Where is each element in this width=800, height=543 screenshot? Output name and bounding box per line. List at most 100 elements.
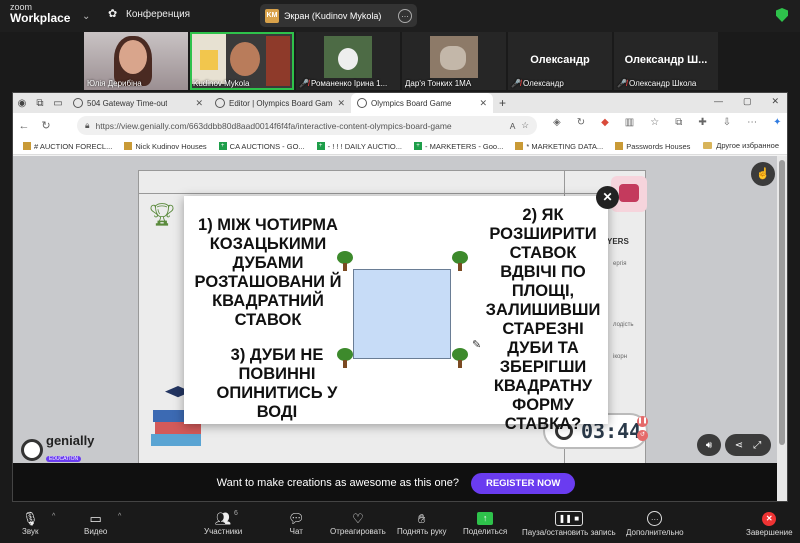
tab-editor[interactable]: Editor | Olympics Board Game ✕ [209,93,351,113]
hand-pointer-icon[interactable]: ☝ [751,162,775,186]
video-label: Видео [84,527,108,536]
video-button[interactable]: ▭ Видео ^ [84,511,121,536]
share-icon[interactable]: ⋖ [734,434,744,456]
extensions-puzzle-icon[interactable]: ✚ [698,117,706,128]
folder-icon [703,142,713,149]
participant-tile[interactable]: Олександр 🎤̸ Олександр [508,32,612,90]
tab-close-icon[interactable]: ✕ [337,98,345,109]
settings-more-icon[interactable]: ⋯ [747,117,757,128]
downloads-icon[interactable]: ⇩ [723,117,731,128]
extension-refresh-icon[interactable]: ↻ [577,117,585,128]
other-bookmarks[interactable]: Другое избранное [703,141,779,150]
poster-image [192,34,226,84]
participants-button[interactable]: 👥︎ Участники 6 [204,510,243,536]
extension-shield-icon[interactable]: ◈ [553,117,561,128]
favorites-icon[interactable]: ☆ [650,117,659,128]
minimize-button[interactable]: — [714,96,723,107]
workspaces-icon[interactable]: ⧉ [31,93,49,113]
tab-label: Editor | Olympics Board Game [229,98,334,108]
profile-icon[interactable]: ◉ [13,93,31,113]
react-button[interactable]: ♡ Отреагировать [330,511,386,536]
participant-strip: Юлія Дерибіна Kudinov Mykola 🎤̸ Романенко… [84,32,720,90]
bookmark-item[interactable]: * MARKETING DATA... [515,142,603,151]
tab-gateway-timeout[interactable]: 504 Gateway Time-out ✕ [67,93,209,113]
participant-tile[interactable]: Олександр Ш... 🎤̸ Олександр Школа [614,32,718,90]
copilot-icon[interactable]: ✦ [773,117,781,128]
pause-recording-button[interactable]: ❚❚ ■ Пауза/остановить запись [522,511,616,537]
collections-icon[interactable]: ⧉ [675,117,682,128]
participant-tile[interactable]: Юлія Дерибіна [84,32,188,90]
bookmark-item[interactable]: Passwords Houses [615,142,690,151]
tab-olympics-board-game[interactable]: Olympics Board Game ✕ [351,93,493,113]
browser-window: ◉ ⧉ ▭ 504 Gateway Time-out ✕ Editor | Ol… [12,92,788,502]
register-now-button[interactable]: REGISTER NOW [470,472,576,494]
mic-muted-icon: 🎤̸ [617,79,627,88]
more-dots-icon: … [647,511,663,526]
participant-tile-active-speaker[interactable]: Kudinov Mykola [190,32,294,90]
tab-close-icon[interactable]: ✕ [479,98,487,109]
video-caret-icon[interactable]: ^ [118,513,121,520]
tab-label: Olympics Board Game [371,98,452,108]
sound-icon[interactable]: 🔊︎ [697,434,721,456]
fullscreen-icon[interactable]: ⤢ [753,434,762,456]
genially-logo[interactable]: genially EDUCATION [21,434,94,465]
bookmark-item[interactable]: Nick Kudinov Houses [124,142,207,151]
page-scrollbar[interactable] [777,156,787,501]
split-screen-icon[interactable]: ▥ [625,117,634,128]
audio-caret-icon[interactable]: ^ [52,513,55,520]
bookmark-item[interactable]: + CA AUCTIONS - GO... [218,142,305,151]
back-arrow-icon[interactable]: ← [13,120,35,132]
chat-icon: 💬︎ [288,511,305,526]
share-screen-button[interactable]: ↑ Поделиться [463,511,507,536]
meeting-title[interactable]: ✿ Конференция [108,8,190,20]
zoom-top-bar: zoom Workplace ⌄ ✿ Конференция KM Экран … [0,0,800,32]
new-tab-button[interactable]: + [499,96,506,110]
bookmark-item[interactable]: # AUCTION FORECL... [23,142,112,151]
security-shield-icon[interactable] [776,8,788,22]
pause-stop-icon: ❚❚ ■ [554,511,583,526]
end-icon: ✕ [762,512,777,526]
read-aloud-icon[interactable]: A [510,121,516,131]
favorite-star-icon[interactable]: ☆ [521,120,529,131]
raise-hand-label: Поднять руку [397,527,447,536]
participant-tile[interactable]: Дар'я Тонких 1МА [402,32,506,90]
bookmark-item[interactable]: + - MARKETERS - Goo... [414,142,503,151]
screen-share-indicator[interactable]: KM Экран (Kudinov Mykola) … [260,4,417,27]
bookmark-item[interactable]: + - ! ! ! DAILY AUCTIO... [316,142,402,151]
participants-label: Участники [204,527,243,536]
participant-name: Дар'я Тонких 1МА [405,79,472,88]
tab-favicon-icon [357,98,367,108]
laurel-trophy-icon: 🏆︎ [148,202,176,227]
more-options-icon[interactable]: … [398,8,412,23]
end-meeting-button[interactable]: ✕ Завершение [746,511,793,537]
bookmarks-bar: # AUCTION FORECL... Nick Kudinov Houses … [13,138,787,155]
extension-red-icon[interactable]: ◆ [601,117,609,128]
zoom-toolbar: 🎙︎ Звук ^ ▭ Видео ^ 👥︎ Участники 6 💬︎ Ча… [0,505,800,543]
maximize-button[interactable]: ▢ [743,96,752,107]
more-button[interactable]: … Дополнительно [626,511,684,537]
address-bar[interactable]: 🔒︎ https://view.genially.com/663ddbb80d8… [77,116,537,135]
tab-actions-icon[interactable]: ▭ [49,93,67,113]
chat-label: Чат [289,527,303,536]
mic-muted-icon: 🎤̸ [299,79,309,88]
reset-timer-icon[interactable]: ↺ [637,430,648,441]
window-controls: — ▢ ✕ [714,96,779,107]
hand-icon: ✋︎ [418,511,426,526]
raise-hand-button[interactable]: ✋︎ Поднять руку [397,511,446,536]
board-side-text: ергія [613,261,627,267]
tab-close-icon[interactable]: ✕ [195,98,203,109]
modal-close-button[interactable]: ✕ [596,186,619,209]
chat-button[interactable]: 💬︎ Чат [288,511,305,536]
refresh-icon[interactable]: ↻ [35,119,57,132]
doc-icon [515,142,524,150]
square-pond [353,269,451,359]
close-window-button[interactable]: ✕ [771,96,779,107]
participant-tile[interactable]: 🎤̸ Романенко Ірина 1... [296,32,400,90]
audio-button[interactable]: 🎙︎ Звук ^ [22,511,55,536]
more-label: Дополнительно [626,528,684,537]
oak-tree-icon [452,348,468,368]
chevron-down-icon[interactable]: ⌄ [82,11,90,22]
scrollbar-thumb[interactable] [779,160,785,445]
board-divider [139,193,645,194]
pause-timer-icon[interactable]: ❚❚ [637,416,648,427]
